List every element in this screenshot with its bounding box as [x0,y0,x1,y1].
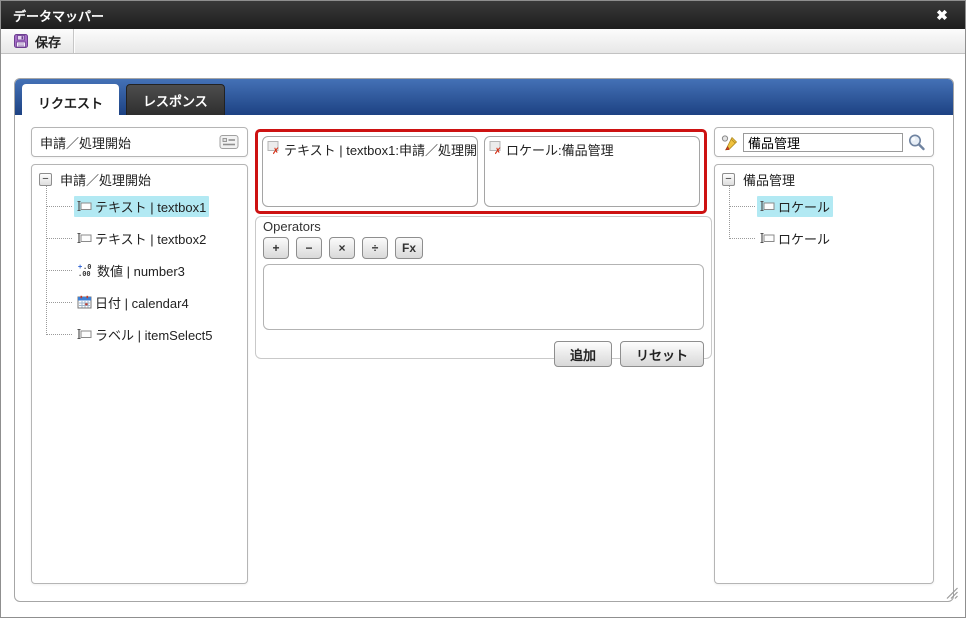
tree-connector [729,185,730,239]
textbox-icon [760,200,775,212]
mapped-item-remove-icon[interactable]: ✗ [267,140,282,155]
target-tree: − 備品管理 ロケール [714,164,934,584]
drop-zone-left[interactable]: ✗ テキスト | textbox1:申請／処理開始 [262,136,478,207]
source-header-label: 申請／処理開始 [40,133,131,152]
textbox-icon [77,200,92,212]
data-mapper-dialog: データマッパー ✖ 保存 リクエスト [0,0,966,618]
source-tree: − 申請／処理開始 テキスト | textbox1 [31,164,248,584]
edit-pencil-icon [721,134,739,151]
reset-button[interactable]: リセット [620,341,704,367]
source-header: 申請／処理開始 [31,127,248,157]
tree-item-label: ロケール [778,229,830,248]
tree-item-label: 日付 | calendar4 [95,293,189,312]
target-tree-root[interactable]: − 備品管理 [722,169,798,189]
multiply-operator-button[interactable]: × [329,237,355,259]
plus-operator-button[interactable]: + [263,237,289,259]
add-button[interactable]: 追加 [554,341,612,367]
save-floppy-icon [13,33,29,49]
tree-item-label: テキスト | textbox1 [95,197,206,216]
operator-buttons: + − × ÷ Fx [263,237,704,259]
operators-actions: 追加 リセット [263,341,704,367]
function-operator-button[interactable]: Fx [395,237,423,259]
label-icon [77,328,92,340]
divide-operator-button[interactable]: ÷ [362,237,388,259]
search-icon[interactable] [907,133,927,152]
mapped-item-remove-icon[interactable]: ✗ [489,140,504,155]
drop-zone-right[interactable]: ✗ ロケール:備品管理 [484,136,700,207]
toolbar-separator [73,29,75,53]
source-root-label: 申請／処理開始 [57,169,154,190]
target-tree-item-locale-1[interactable]: ロケール [757,196,833,216]
operators-panel: Operators + − × ÷ Fx 追加 リセット [255,216,712,359]
mapped-item[interactable]: ✗ テキスト | textbox1:申請／処理開始 [267,140,473,159]
textbox-icon [760,232,775,244]
dialog-title: データマッパー [13,6,104,25]
source-tree-item-textbox1[interactable]: テキスト | textbox1 [74,196,209,216]
tree-item-label: テキスト | textbox2 [95,229,206,248]
target-root-label: 備品管理 [740,169,798,190]
textbox-icon [77,232,92,244]
mapped-item-label: テキスト | textbox1:申請／処理開始 [284,140,478,159]
svg-text:.00: .00 [78,270,91,277]
search-input[interactable] [743,133,903,152]
source-tree-root[interactable]: − 申請／処理開始 [39,169,154,189]
tree-item-label: ロケール [778,197,830,216]
svg-text:✗: ✗ [494,147,502,155]
save-button[interactable]: 保存 [1,29,73,53]
toolbar: 保存 [1,29,965,54]
mapped-item[interactable]: ✗ ロケール:備品管理 [489,140,695,159]
target-tree-item-locale-2[interactable]: ロケール [757,228,833,248]
form-detail-icon[interactable] [219,134,239,150]
dialog-titlebar: データマッパー ✖ [1,1,965,29]
svg-text:✗: ✗ [272,147,280,155]
collapse-icon[interactable]: − [722,173,735,186]
minus-operator-button[interactable]: − [296,237,322,259]
mapped-item-label: ロケール:備品管理 [506,140,614,159]
number-icon: + .0 .00 [77,263,94,277]
source-tree-item-itemselect5[interactable]: ラベル | itemSelect5 [74,324,216,344]
operators-label: Operators [263,219,704,234]
close-icon[interactable]: ✖ [931,4,953,26]
mapping-drop-area: ✗ テキスト | textbox1:申請／処理開始 ✗ ロケール:備品管理 [255,129,707,214]
tree-item-label: 数値 | number3 [97,261,185,280]
tab-response[interactable]: レスポンス [126,84,225,115]
tree-connector [46,185,47,335]
save-button-label: 保存 [35,32,61,51]
source-tree-item-number3[interactable]: + .0 .00 数値 | number3 [74,260,188,280]
tab-request-label: リクエスト [38,93,103,112]
tab-request[interactable]: リクエスト [22,84,119,120]
tree-item-label: ラベル | itemSelect5 [95,325,213,344]
tab-response-label: レスポンス [143,91,208,110]
calendar-icon [77,295,92,309]
source-tree-item-textbox2[interactable]: テキスト | textbox2 [74,228,209,248]
tab-strip: リクエスト レスポンス [15,79,953,115]
resize-grip-icon[interactable] [944,585,959,605]
collapse-icon[interactable]: − [39,173,52,186]
formula-input[interactable] [263,264,704,330]
source-tree-item-calendar4[interactable]: 日付 | calendar4 [74,292,192,312]
target-header [714,127,934,157]
